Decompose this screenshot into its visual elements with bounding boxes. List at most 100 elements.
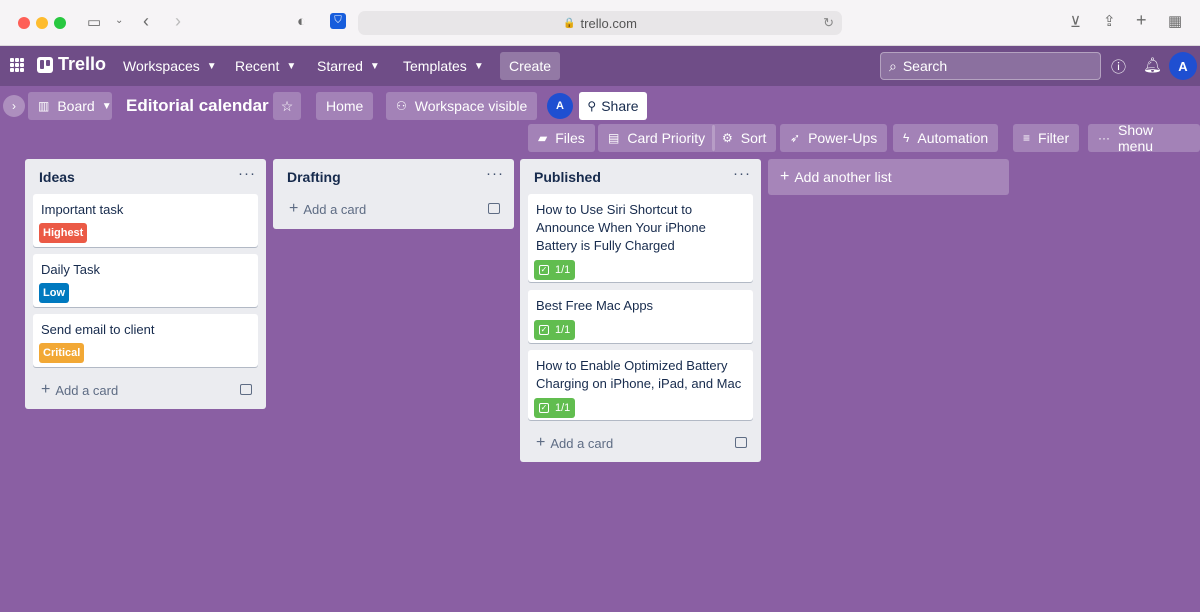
card-template-icon[interactable]	[240, 384, 252, 395]
automation-label: Automation	[917, 130, 989, 146]
priority-label: Low	[39, 283, 69, 303]
recent-label: Recent	[235, 58, 280, 74]
info-icon[interactable]: ⓘ	[1111, 56, 1126, 77]
add-member-icon: ⚲	[587, 99, 597, 113]
rocket-icon: ➶	[790, 131, 801, 145]
board-view-switcher[interactable]: ▥ Board ▼	[28, 92, 112, 120]
workspaces-menu[interactable]: Workspaces ▼	[117, 52, 223, 80]
add-card-button[interactable]: + Add a card	[536, 434, 613, 452]
trello-logo[interactable]: Trello	[37, 54, 106, 75]
list-ideas: Ideas ··· Important task Highest Daily T…	[25, 159, 266, 409]
expand-sidebar-button[interactable]: ›	[3, 95, 25, 117]
filter-icon: ≡	[1023, 131, 1031, 145]
address-bar[interactable]: 🔒 trello.com ↻	[358, 11, 842, 35]
checklist-count: 1/1	[555, 264, 571, 276]
plus-icon: +	[289, 200, 299, 217]
star-icon: ☆	[280, 97, 294, 114]
visibility-button[interactable]: ⚇ Workspace visible	[386, 92, 538, 120]
checkbox-icon: ✓	[539, 403, 549, 413]
app-header: Trello Workspaces ▼ Recent ▼ Starred ▼ T…	[0, 46, 1200, 86]
checklist-count: 1/1	[555, 402, 571, 414]
filter-label: Filter	[1038, 130, 1070, 146]
filter-button[interactable]: ≡ Filter	[1013, 124, 1080, 152]
list-menu-icon[interactable]: ···	[486, 165, 504, 182]
share-sheet-icon[interactable]: ⇪	[1103, 12, 1116, 30]
templates-menu[interactable]: Templates ▼	[397, 52, 490, 80]
list-published: Published ··· How to Use Siri Shortcut t…	[520, 159, 761, 462]
automation-button[interactable]: ϟ Automation	[893, 124, 999, 152]
chevron-down-icon: ▼	[101, 100, 112, 112]
logo-text: Trello	[58, 54, 107, 74]
recent-menu[interactable]: Recent ▼	[229, 52, 302, 80]
new-tab-icon[interactable]: +	[1136, 10, 1147, 31]
starred-label: Starred	[317, 58, 363, 74]
priority-label: Critical	[39, 343, 85, 363]
member-avatar[interactable]: A	[547, 93, 573, 119]
user-avatar[interactable]: A	[1169, 52, 1197, 80]
minimize-window-button[interactable]	[36, 17, 48, 29]
forward-icon[interactable]: ›	[175, 11, 181, 32]
lock-icon: 🔒	[563, 17, 576, 29]
add-list-button[interactable]: + Add another list	[768, 159, 1009, 195]
card[interactable]: Important task Highest	[33, 194, 258, 247]
card[interactable]: How to Enable Optimized Battery Charging…	[528, 350, 753, 420]
browser-toolbar: ▭ ⌄ ‹ › ◐ ⛉ 🔒 trello.com ↻ ⊻ ⇪ + ▦	[0, 0, 1200, 46]
card[interactable]: Best Free Mac Apps ✓ 1/1	[528, 290, 753, 343]
tab-overview-icon[interactable]: ▦	[1168, 12, 1182, 30]
home-button[interactable]: Home	[316, 92, 374, 120]
notifications-bell-icon[interactable]: 🔔︎	[1143, 56, 1162, 74]
list-title[interactable]: Drafting	[287, 169, 341, 185]
card[interactable]: How to Use Siri Shortcut to Announce Whe…	[528, 194, 753, 282]
star-board-button[interactable]: ☆	[273, 92, 301, 120]
list-menu-icon[interactable]: ···	[238, 165, 256, 182]
close-window-button[interactable]	[18, 17, 30, 29]
sort-button[interactable]: ⚙ Sort	[712, 124, 777, 152]
power-ups-button[interactable]: ➶ Power-Ups	[780, 124, 888, 152]
card[interactable]: Send email to client Critical	[33, 314, 258, 367]
starred-menu[interactable]: Starred ▼	[311, 52, 386, 80]
board-view-label: Board	[57, 98, 95, 114]
card-priority-button[interactable]: ▤ Card Priority	[598, 124, 716, 152]
bitwarden-extension-icon[interactable]: ⛉	[330, 13, 346, 29]
priority-label: Highest	[39, 223, 88, 243]
reload-icon[interactable]: ↻	[823, 15, 834, 31]
sidebar-toggle-icon[interactable]: ▭	[87, 13, 101, 31]
checkbox-icon: ✓	[539, 265, 549, 275]
create-button[interactable]: Create	[500, 52, 560, 80]
add-card-label: Add a card	[303, 201, 367, 217]
card[interactable]: Daily Task Low	[33, 254, 258, 307]
add-list-label: Add another list	[794, 169, 892, 185]
add-card-button[interactable]: + Add a card	[289, 200, 366, 218]
zoom-window-button[interactable]	[54, 17, 66, 29]
more-dots-icon: ···	[1098, 131, 1110, 145]
list-menu-icon[interactable]: ···	[733, 165, 751, 182]
chevron-down-icon[interactable]: ⌄	[115, 15, 123, 26]
download-icon[interactable]: ⊻	[1070, 13, 1081, 31]
list-title[interactable]: Ideas	[39, 169, 75, 185]
chevron-down-icon: ▼	[206, 60, 217, 72]
card-title: Important task	[41, 202, 124, 217]
search-input[interactable]: ⌕ Search	[880, 52, 1101, 80]
checkbox-icon: ✓	[539, 325, 549, 335]
files-label: Files	[555, 130, 585, 146]
share-button[interactable]: ⚲ Share	[579, 92, 647, 120]
chevron-down-icon: ▼	[369, 60, 380, 72]
lightning-icon: ϟ	[903, 131, 910, 145]
gear-icon: ⚙	[722, 131, 733, 145]
add-card-button[interactable]: + Add a card	[41, 381, 118, 399]
card-title: How to Enable Optimized Battery Charging…	[536, 358, 742, 391]
files-button[interactable]: ▰ Files	[528, 124, 595, 152]
app-switcher-icon[interactable]	[10, 58, 24, 72]
show-menu-label: Show menu	[1118, 122, 1154, 154]
card-template-icon[interactable]	[488, 203, 500, 214]
search-icon: ⌕	[889, 57, 897, 74]
checklist-badge: ✓ 1/1	[534, 260, 576, 280]
board-title[interactable]: Editorial calendar	[126, 96, 269, 116]
card-template-icon[interactable]	[735, 437, 747, 448]
list-title[interactable]: Published	[534, 169, 601, 185]
folder-icon: ▰	[538, 131, 548, 145]
back-icon[interactable]: ‹	[143, 11, 149, 32]
privacy-shield-icon[interactable]: ◐	[297, 13, 306, 30]
card-priority-label: Card Priority	[627, 130, 706, 146]
show-menu-button[interactable]: ··· Show menu	[1088, 122, 1200, 154]
